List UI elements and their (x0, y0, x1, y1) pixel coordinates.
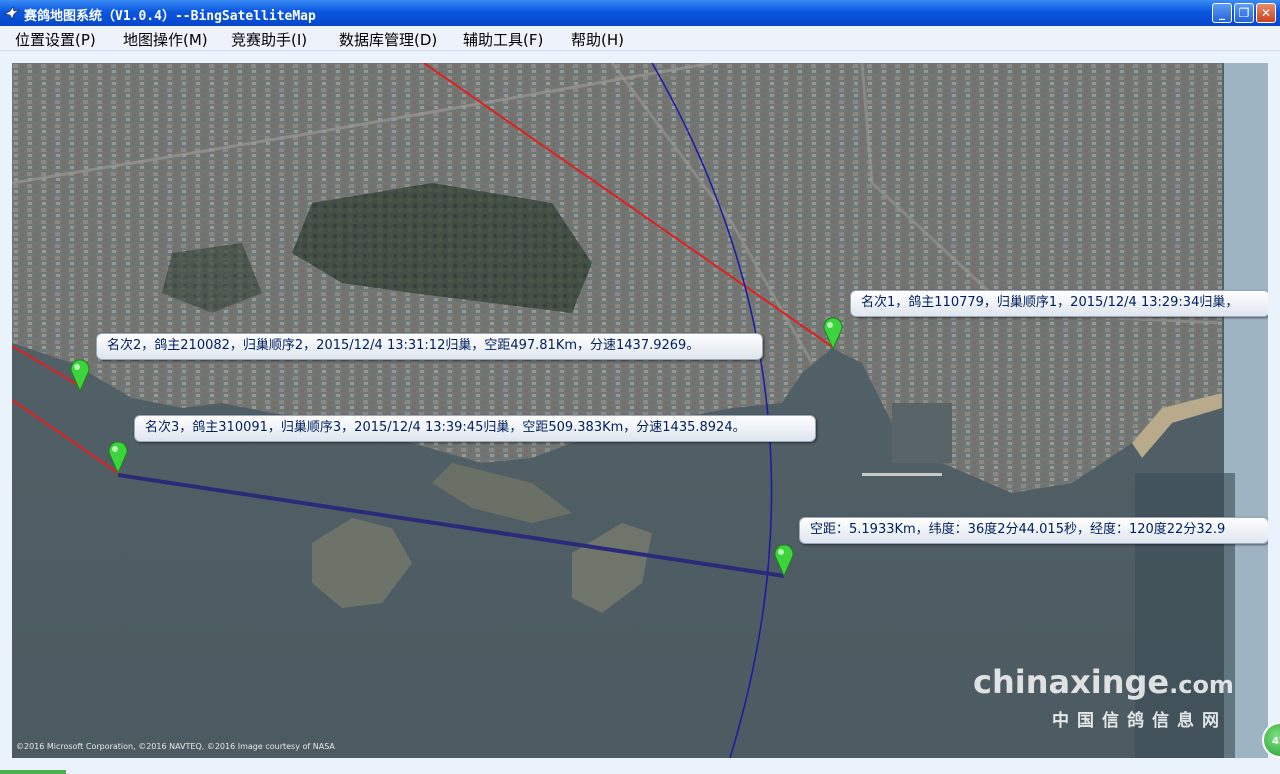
title-bar: 赛鸽地图系统（V1.0.4）--BingSatelliteMap _ ❐ ✕ (0, 0, 1280, 26)
menu-map-operations[interactable]: 地图操作(M) (123, 29, 208, 50)
maximize-button[interactable]: ❐ (1234, 3, 1254, 23)
watermark-brand-name: chinaxinge (973, 663, 1170, 701)
pigeon-icon (4, 6, 20, 20)
watermark-subtitle: 中国信鸽信息网 (1052, 711, 1227, 731)
close-button[interactable]: ✕ (1256, 3, 1276, 23)
location-pin-icon[interactable] (107, 440, 129, 474)
window-title: 赛鸽地图系统（V1.0.4）--BingSatelliteMap (24, 9, 316, 24)
watermark-brand: chinaxinge.com (973, 663, 1234, 701)
rank-3-label[interactable]: 名次3，鸽主310091，归巢顺序3，2015/12/4 13:39:45归巢，… (134, 415, 816, 442)
rank-2-label[interactable]: 名次2，鸽主210082，归巢顺序2，2015/12/4 13:31:12归巢，… (96, 333, 763, 360)
rank-1-label[interactable]: 名次1，鸽主110779，归巢顺序1，2015/12/4 13:29:34归巢， (850, 290, 1268, 317)
menu-race-assistant[interactable]: 竞赛助手(I) (231, 29, 307, 50)
location-pin-icon[interactable] (69, 358, 91, 392)
menu-bar: 位置设置(P) 地图操作(M) 竞赛助手(I) 数据库管理(D) 辅助工具(F)… (0, 26, 1280, 51)
menu-help[interactable]: 帮助(H) (571, 29, 624, 50)
satellite-map[interactable]: 名次1，鸽主110779，归巢顺序1，2015/12/4 13:29:34归巢，… (12, 63, 1268, 758)
menu-database-management[interactable]: 数据库管理(D) (339, 29, 437, 50)
map-canvas[interactable] (12, 63, 1268, 758)
status-bar (0, 758, 1280, 774)
menu-auxiliary-tools[interactable]: 辅助工具(F) (463, 29, 543, 50)
map-attribution: ©2016 Microsoft Corporation, ©2016 NAVTE… (16, 742, 335, 751)
location-pin-icon[interactable] (773, 543, 795, 577)
measure-label[interactable]: 空距：5.1933Km，纬度：36度2分44.015秒，经度：120度22分32… (799, 517, 1268, 544)
status-strip (0, 770, 66, 774)
menu-position-settings[interactable]: 位置设置(P) (15, 29, 96, 50)
location-pin-icon[interactable] (822, 316, 844, 350)
watermark-domain: .com (1169, 671, 1234, 699)
minimize-button[interactable]: _ (1212, 3, 1232, 23)
